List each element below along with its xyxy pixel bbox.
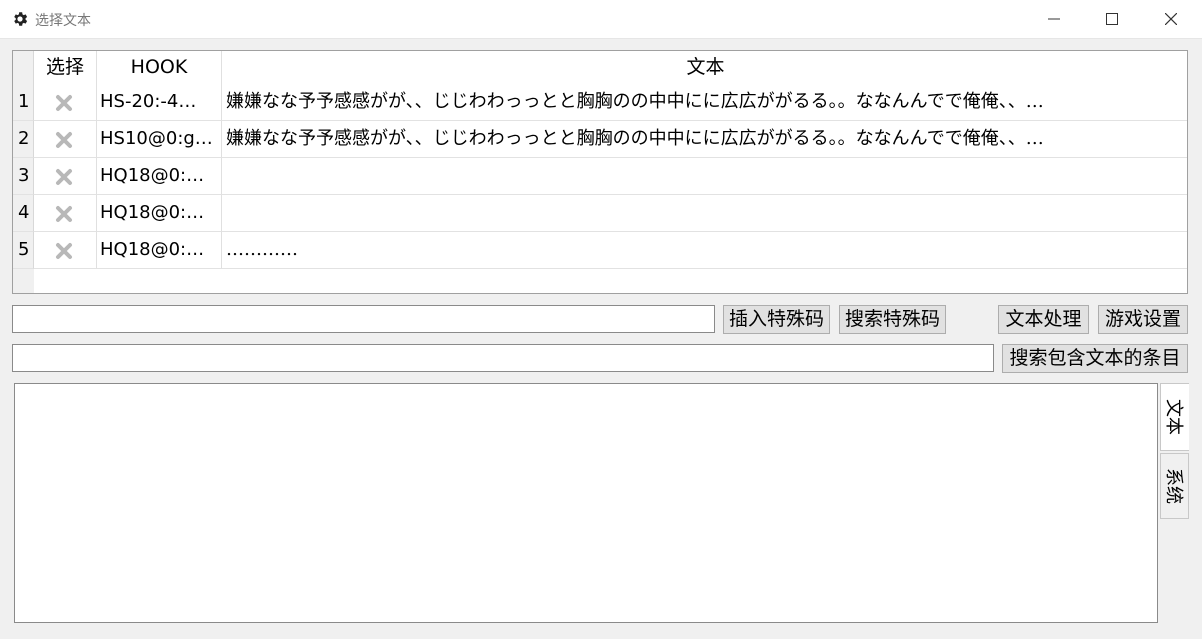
tab-system-label: 系统 (1162, 468, 1184, 504)
select-cell[interactable] (34, 158, 97, 195)
text-cell[interactable] (222, 195, 1187, 232)
row-number[interactable]: 3 (13, 158, 34, 195)
hook-cell[interactable]: HS-20:-4… (97, 84, 222, 121)
tab-system[interactable]: 系统 (1160, 453, 1189, 519)
row-number[interactable]: 1 (13, 84, 34, 121)
minimize-button[interactable] (1025, 0, 1083, 38)
row-number[interactable]: 4 (13, 195, 34, 232)
text-cell[interactable]: 嫌嫌なな予予感感がが、、じじわわっっとと胸胸のの中中にに広広ががるる。。ななんん… (222, 121, 1187, 158)
search-text-input[interactable] (12, 344, 994, 372)
text-process-button[interactable]: 文本处理 (998, 305, 1089, 334)
text-output-area[interactable] (14, 383, 1158, 623)
hook-cell[interactable]: HS10@0:g… (97, 121, 222, 158)
close-icon (1165, 13, 1177, 25)
remove-icon[interactable] (55, 242, 73, 260)
header-select[interactable]: 选择 (34, 51, 97, 84)
header-text[interactable]: 文本 (222, 51, 1187, 84)
hook-cell[interactable]: HQ18@0:… (97, 158, 222, 195)
special-code-input[interactable] (12, 305, 715, 333)
window-title: 选择文本 (35, 13, 91, 29)
remove-icon[interactable] (55, 94, 73, 112)
table-footer-strip (13, 269, 34, 293)
select-cell[interactable] (34, 232, 97, 269)
remove-icon[interactable] (55, 131, 73, 149)
gear-icon (14, 12, 28, 26)
hook-cell[interactable]: HQ18@0:… (97, 232, 222, 269)
row-number[interactable]: 5 (13, 232, 34, 269)
select-cell[interactable] (34, 121, 97, 158)
game-settings-button[interactable]: 游戏设置 (1098, 305, 1188, 334)
remove-icon[interactable] (55, 205, 73, 223)
text-cell[interactable]: ………… (222, 232, 1187, 269)
insert-code-button[interactable]: 插入特殊码 (723, 305, 830, 334)
maximize-button[interactable] (1083, 0, 1141, 38)
text-cell[interactable]: 嫌嫌なな予予感感がが、、じじわわっっとと胸胸のの中中にに広広ががるる。。ななんん… (222, 84, 1187, 121)
select-cell[interactable] (34, 195, 97, 232)
search-text-button[interactable]: 搜索包含文本的条目 (1002, 344, 1188, 373)
select-cell[interactable] (34, 84, 97, 121)
table-corner (13, 51, 34, 84)
hook-table[interactable]: 选择 HOOK 文本 1 HS-20:-4… 嫌嫌なな予予感感がが、、じじわわっ… (12, 50, 1188, 294)
header-hook[interactable]: HOOK (97, 51, 222, 84)
text-cell[interactable] (222, 158, 1187, 195)
search-code-button[interactable]: 搜索特殊码 (839, 305, 946, 334)
minimize-icon (1048, 18, 1060, 20)
tab-text-label: 文本 (1163, 399, 1184, 435)
row-number[interactable]: 2 (13, 121, 34, 158)
tab-text[interactable]: 文本 (1160, 383, 1189, 451)
title-bar: 选择文本 (0, 0, 1202, 39)
hook-cell[interactable]: HQ18@0:… (97, 195, 222, 232)
remove-icon[interactable] (55, 168, 73, 186)
maximize-icon (1106, 13, 1118, 25)
close-button[interactable] (1142, 0, 1200, 38)
